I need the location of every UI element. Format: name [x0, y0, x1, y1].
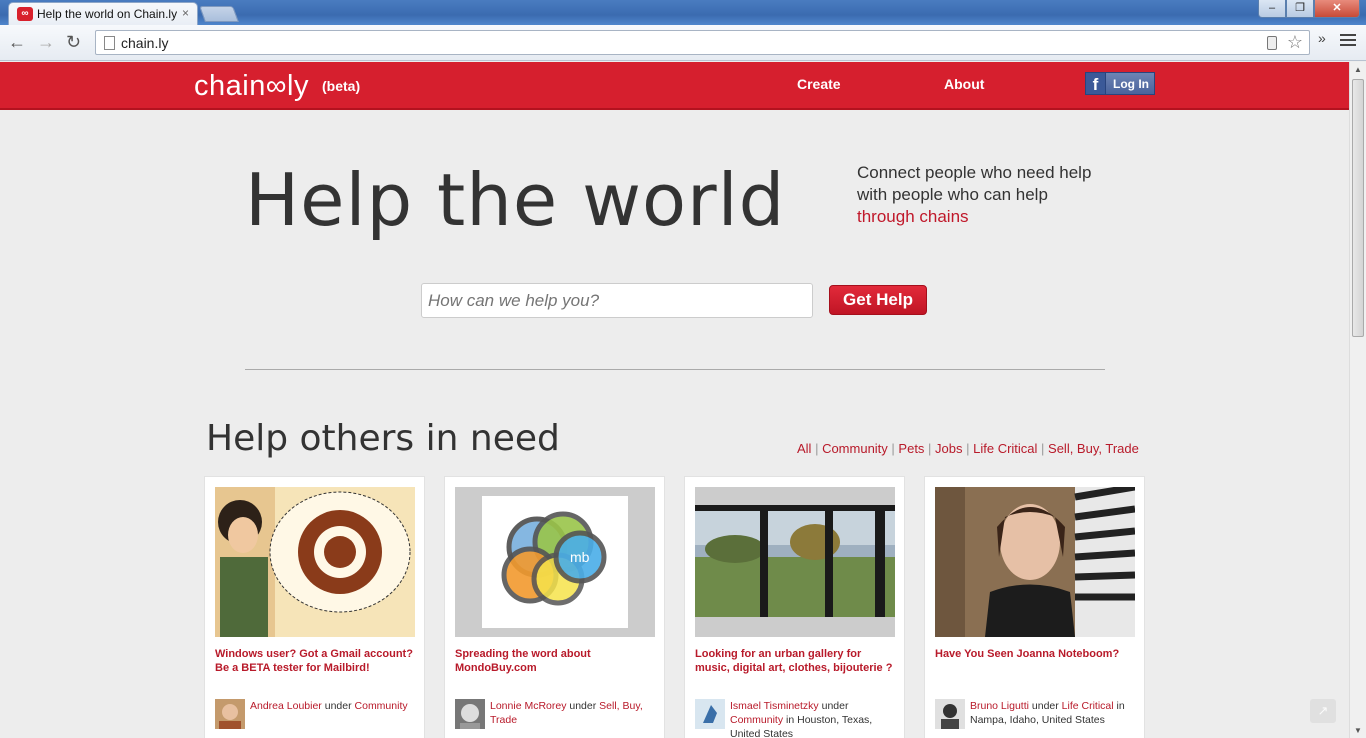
category-filters: All | Community | Pets | Jobs | Life Cri… [797, 441, 1139, 456]
card-title[interactable]: Looking for an urban gallery for music, … [695, 647, 895, 675]
card-title[interactable]: Spreading the word about MondoBuy.com [455, 647, 655, 675]
category-link[interactable]: Community [355, 700, 408, 712]
card-title[interactable]: Windows user? Got a Gmail account? Be a … [215, 647, 415, 675]
card-image-joanna[interactable] [935, 487, 1135, 637]
scroll-up-arrow-icon[interactable]: ▲ [1354, 65, 1362, 74]
facebook-icon: f [1086, 73, 1106, 94]
mondobuy-logo-text: mb [570, 549, 590, 565]
filter-jobs[interactable]: Jobs [935, 441, 962, 456]
user-link[interactable]: Bruno Ligutti [970, 700, 1029, 712]
nav-create-link[interactable]: Create [797, 76, 841, 92]
close-window-button[interactable]: ✕ [1314, 0, 1360, 18]
card-meta: Lonnie McRorey under Sell, Buy, Trade [490, 699, 660, 727]
tagline-accent: through chains [857, 207, 969, 226]
address-bar[interactable]: chain.ly ☆ [95, 30, 1310, 55]
get-help-button[interactable]: Get Help [829, 285, 927, 315]
window-titlebar: ∞ Help the world on Chain.ly × – ❐ ✕ [0, 0, 1366, 25]
user-link[interactable]: Ismael Tisminetzky [730, 700, 819, 712]
card-image-gallery[interactable] [695, 487, 895, 637]
user-avatar[interactable] [455, 699, 485, 729]
user-avatar[interactable] [215, 699, 245, 729]
chainly-favicon-icon: ∞ [17, 7, 33, 21]
category-link[interactable]: Life Critical [1062, 700, 1114, 712]
filter-life-critical[interactable]: Life Critical [973, 441, 1037, 456]
maximize-button[interactable]: ❐ [1286, 0, 1314, 18]
browser-toolbar: ← → ↻ chain.ly ☆ » [0, 25, 1366, 61]
filter-pets[interactable]: Pets [898, 441, 924, 456]
card-image-mailbird[interactable] [215, 487, 415, 637]
facebook-login-button[interactable]: f Log In [1085, 72, 1155, 95]
help-card[interactable]: mb Spreading the word about MondoBuy.com… [444, 476, 665, 738]
under-label: under [324, 700, 352, 712]
category-link[interactable]: Community [730, 714, 783, 726]
site-header: chain∞ly (beta) Create About f Log In [0, 62, 1349, 110]
page-action-icon[interactable] [1267, 36, 1277, 50]
filter-all[interactable]: All [797, 441, 811, 456]
tab-title: Help the world on Chain.ly [37, 7, 177, 21]
minimize-button[interactable]: – [1258, 0, 1286, 18]
bookmark-star-icon[interactable]: ☆ [1287, 32, 1303, 53]
help-card[interactable]: Looking for an urban gallery for music, … [684, 476, 905, 738]
under-label: under [821, 700, 849, 712]
tab-close-icon[interactable]: × [182, 6, 189, 20]
user-avatar[interactable] [935, 699, 965, 729]
hero-title: Help the world [245, 158, 786, 242]
menu-icon[interactable] [1340, 31, 1356, 49]
extensions-overflow-icon[interactable]: » [1318, 30, 1326, 46]
scroll-down-arrow-icon[interactable]: ▼ [1354, 726, 1362, 735]
url-text[interactable]: chain.ly [121, 35, 168, 51]
help-search-input[interactable] [421, 283, 813, 318]
card-meta: Andrea Loubier under Community [250, 699, 420, 713]
card-title[interactable]: Have You Seen Joanna Noteboom? [935, 647, 1135, 661]
hero-tagline: Connect people who need help with people… [857, 162, 1091, 228]
user-link[interactable]: Andrea Loubier [250, 700, 322, 712]
facebook-login-label: Log In [1113, 77, 1149, 91]
page-scrollbar[interactable]: ▲ ▼ [1349, 62, 1366, 738]
reload-icon[interactable]: ↻ [66, 32, 81, 53]
share-icon[interactable]: ↗ [1310, 699, 1336, 723]
help-card[interactable]: Windows user? Got a Gmail account? Be a … [204, 476, 425, 738]
forward-arrow-icon[interactable]: → [37, 32, 55, 53]
chainly-logo[interactable]: chain∞ly [194, 70, 309, 103]
window-controls: – ❐ ✕ [1258, 0, 1360, 18]
user-link[interactable]: Lonnie McRorey [490, 700, 566, 712]
section-title: Help others in need [206, 418, 560, 459]
card-image-mondobuy[interactable]: mb [455, 487, 655, 637]
filter-sell-buy-trade[interactable]: Sell, Buy, Trade [1048, 441, 1139, 456]
beta-label: (beta) [322, 78, 361, 94]
card-meta: Ismael Tisminetzky under Community in Ho… [730, 699, 900, 738]
filter-community[interactable]: Community [822, 441, 888, 456]
browser-tab[interactable]: ∞ Help the world on Chain.ly × [8, 2, 198, 25]
page-icon [104, 36, 115, 50]
back-arrow-icon[interactable]: ← [8, 32, 26, 53]
nav-about-link[interactable]: About [944, 76, 984, 92]
tagline-line-2: with people who can help [857, 185, 1048, 204]
scrollbar-thumb[interactable] [1352, 79, 1364, 337]
new-tab-button[interactable] [199, 6, 239, 22]
under-label: under [1031, 700, 1059, 712]
tagline-line-1: Connect people who need help [857, 163, 1092, 182]
section-divider [245, 369, 1105, 370]
under-label: under [569, 700, 597, 712]
help-card[interactable]: Have You Seen Joanna Noteboom? Bruno Lig… [924, 476, 1145, 738]
user-avatar[interactable] [695, 699, 725, 729]
card-meta: Bruno Ligutti under Life Critical in Nam… [970, 699, 1140, 727]
